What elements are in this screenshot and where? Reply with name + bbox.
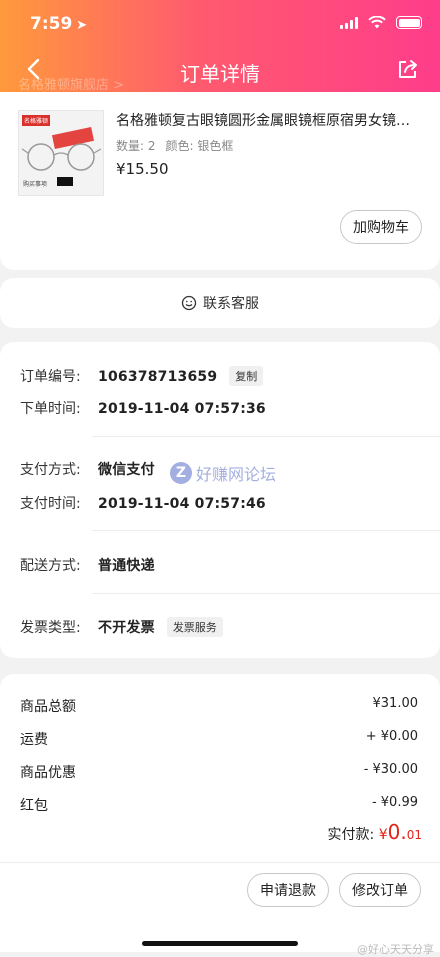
thumb-box [57,177,73,186]
pay-method-row: 支付方式: 微信支付 [20,459,155,479]
watermark-text: 好赚网论坛 [196,465,277,484]
goods-total-value: ¥31.00 [372,696,419,711]
thumb-brand-label: 名格雅顿 [22,115,51,126]
smile-icon [181,295,197,311]
pay-method-value: 微信支付 [98,462,155,478]
product-title[interactable]: 名格雅顿复古眼镜圆形金属眼镜框原宿男女镜架平... [116,110,421,130]
contact-service-label: 联系客服 [203,296,259,312]
discount-row: 商品优惠 - ¥30.00 [20,762,418,782]
watermark-logo-icon: Z [170,462,192,484]
time-text: 7:59 [30,14,73,34]
weibo-watermark: @好心天天分享 [357,943,434,956]
invoice-row: 发票类型: 不开发票 发票服务 [20,617,223,637]
product-spec: 数量: 2 颜色: 银色框 [116,137,243,154]
request-refund-button[interactable]: 申请退款 [247,873,329,907]
paid-label: 实付款: [327,827,375,843]
product-thumbnail[interactable]: 名格雅顿 购买事项 [18,110,104,196]
order-number-value: 106378713659 [98,369,218,385]
delivery-row: 配送方式: 普通快递 [20,555,155,575]
goods-total-row: 商品总额 ¥31.00 [20,696,418,716]
shipping-value: + ¥0.00 [365,729,418,744]
share-icon[interactable] [396,57,420,81]
location-arrow-icon: ➤ [76,18,88,33]
invoice-service-button[interactable]: 发票服务 [166,617,223,637]
shipping-row: 运费 + ¥0.00 [20,729,418,749]
redpacket-value: - ¥0.99 [371,795,418,810]
redpacket-label: 红包 [20,798,48,814]
copy-button[interactable]: 复制 [229,366,264,386]
pay-time-row: 支付时间: 2019-11-04 07:57:46 [20,493,266,513]
order-number-label: 订单编号: [20,369,81,385]
discount-label: 商品优惠 [20,765,76,781]
invoice-label: 发票类型: [20,620,81,636]
goods-total-label: 商品总额 [20,699,76,715]
glasses-icon [21,143,102,171]
paid-currency: ¥ [378,827,388,843]
order-time-value: 2019-11-04 07:57:36 [98,401,266,417]
discount-value: - ¥30.00 [363,762,418,777]
product-card: 名格雅顿 购买事项 名格雅顿复古眼镜圆形金属眼镜框原宿男女镜架平... 数量: … [0,92,440,270]
paid-integer: 0. [387,820,407,844]
battery-icon [396,16,422,29]
invoice-value: 不开发票 [98,620,155,636]
order-info-card: 订单编号: 106378713659 复制 下单时间: 2019-11-04 07:5… [0,342,440,658]
modify-order-button[interactable]: 修改订单 [339,873,421,907]
order-time-row: 下单时间: 2019-11-04 07:57:36 [20,398,266,418]
divider [92,436,440,437]
status-icons [340,16,422,29]
contact-service-button[interactable]: 联系客服 [0,278,440,328]
product-quantity: 数量: 2 [116,139,156,153]
wifi-icon [368,16,386,29]
header-bar: 7:59 ➤ 名格雅顿旗舰店 > 订单详情 [0,0,440,93]
bottom-action-bar: 申请退款 修改订单 @好心天天分享 [0,862,440,956]
product-price: ¥15.50 [116,160,169,178]
thumb-foot-label: 购买事项 [23,181,48,188]
forum-watermark: Z 好赚网论坛 [170,461,276,485]
order-time-label: 下单时间: [20,401,81,417]
pay-time-label: 支付时间: [20,496,81,512]
status-bar: 7:59 ➤ [0,0,440,44]
paid-decimal: 01 [406,828,422,842]
add-to-cart-button[interactable]: 加购物车 [340,210,422,244]
delivery-value: 普通快递 [98,558,155,574]
delivery-label: 配送方式: [20,558,81,574]
product-color: 颜色: 银色框 [165,139,234,153]
paid-amount: 实付款: ¥0.01 [328,820,422,844]
home-indicator[interactable] [142,941,298,946]
order-number-row: 订单编号: 106378713659 复制 [20,366,264,386]
nav-bar: 订单详情 [0,50,440,92]
amount-card: 商品总额 ¥31.00 运费 + ¥0.00 商品优惠 - ¥30.00 红包 - ¥0… [0,674,440,862]
divider [92,593,440,594]
pay-time-value: 2019-11-04 07:57:46 [98,496,266,512]
pay-method-label: 支付方式: [20,462,81,478]
redpacket-row: 红包 - ¥0.99 [20,795,418,815]
signal-icon [340,16,358,29]
divider [92,530,440,531]
page-title: 订单详情 [180,62,260,86]
shipping-label: 运费 [20,732,48,748]
status-time: 7:59 ➤ [30,14,87,34]
